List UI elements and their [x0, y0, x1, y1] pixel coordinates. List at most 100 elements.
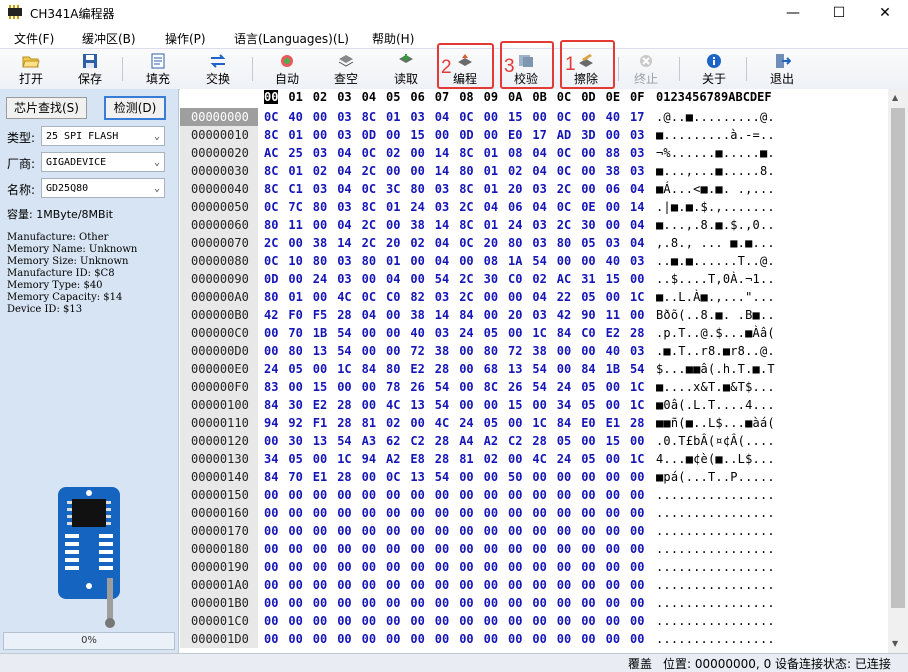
- hex-byte[interactable]: 84: [459, 306, 473, 324]
- hex-row[interactable]: 000000E0 24 05 00 1C 84 80 E2 28 00 68 13 54 00 84 1B 54…: [180, 360, 888, 378]
- hex-byte[interactable]: 00: [532, 108, 546, 126]
- hex-byte[interactable]: 14: [630, 198, 644, 216]
- hex-byte[interactable]: 8C: [484, 378, 498, 396]
- hex-byte[interactable]: 00: [606, 468, 620, 486]
- hex-byte[interactable]: E0: [508, 126, 522, 144]
- hex-byte[interactable]: 00: [313, 612, 327, 630]
- hex-byte[interactable]: 00: [410, 540, 424, 558]
- hex-row[interactable]: 000001D0 00 00 00 00 00 00 00 00 00 00 00 00 00 00 00 00…: [180, 630, 888, 648]
- hex-byte[interactable]: 00: [264, 342, 278, 360]
- hex-byte[interactable]: 00: [313, 594, 327, 612]
- hex-byte[interactable]: 00: [264, 630, 278, 648]
- hex-byte[interactable]: 00: [630, 270, 644, 288]
- hex-byte[interactable]: 00: [362, 270, 376, 288]
- hex-byte[interactable]: 00: [532, 486, 546, 504]
- hex-byte[interactable]: 20: [508, 180, 522, 198]
- hex-byte[interactable]: 00: [459, 342, 473, 360]
- hex-byte[interactable]: 28: [630, 324, 644, 342]
- hex-byte[interactable]: 00: [459, 504, 473, 522]
- hex-byte[interactable]: 30: [581, 216, 595, 234]
- hex-byte[interactable]: 00: [410, 612, 424, 630]
- hex-byte[interactable]: 00: [435, 504, 449, 522]
- hex-byte[interactable]: 03: [337, 108, 351, 126]
- hex-byte[interactable]: 01: [484, 216, 498, 234]
- hex-byte[interactable]: 0C: [557, 198, 571, 216]
- hex-byte[interactable]: 17: [630, 108, 644, 126]
- hex-byte[interactable]: 00: [362, 558, 376, 576]
- hex-byte[interactable]: 11: [606, 306, 620, 324]
- hex-row[interactable]: 00000020 AC 25 03 04 0C 02 00 14 8C 01 08 04 0C 00 88 03…: [180, 144, 888, 162]
- hex-byte[interactable]: 01: [484, 144, 498, 162]
- hex-byte[interactable]: 38: [435, 342, 449, 360]
- close-button[interactable]: ✕: [862, 0, 908, 26]
- hex-byte[interactable]: 10: [288, 252, 302, 270]
- hex-row[interactable]: 00000030 8C 01 02 04 2C 00 00 14 80 01 02 04 0C 00 38 03…: [180, 162, 888, 180]
- hex-byte[interactable]: 00: [484, 558, 498, 576]
- hex-byte[interactable]: 00: [581, 432, 595, 450]
- hex-byte[interactable]: 00: [581, 108, 595, 126]
- hex-byte[interactable]: 03: [630, 252, 644, 270]
- hex-byte[interactable]: 04: [532, 288, 546, 306]
- hex-byte[interactable]: A2: [386, 450, 400, 468]
- hex-byte[interactable]: 1C: [532, 324, 546, 342]
- hex-byte[interactable]: 05: [581, 234, 595, 252]
- hex-byte[interactable]: 90: [581, 306, 595, 324]
- hex-byte[interactable]: 00: [386, 126, 400, 144]
- hex-byte[interactable]: 00: [459, 378, 473, 396]
- hex-byte[interactable]: 00: [410, 486, 424, 504]
- hex-byte[interactable]: 1C: [337, 450, 351, 468]
- hex-byte[interactable]: 03: [630, 126, 644, 144]
- hex-byte[interactable]: 14: [337, 234, 351, 252]
- hex-byte[interactable]: 00: [459, 486, 473, 504]
- hex-byte[interactable]: 00: [337, 504, 351, 522]
- hex-byte[interactable]: 00: [362, 612, 376, 630]
- hex-byte[interactable]: 00: [484, 306, 498, 324]
- hex-byte[interactable]: 00: [459, 522, 473, 540]
- hex-row[interactable]: 000000D0 00 80 13 54 00 00 72 38 00 80 72 38 00 00 40 03…: [180, 342, 888, 360]
- hex-byte[interactable]: 00: [508, 630, 522, 648]
- hex-byte[interactable]: 00: [581, 144, 595, 162]
- hex-byte[interactable]: 03: [337, 198, 351, 216]
- hex-byte[interactable]: 00: [606, 198, 620, 216]
- hex-byte[interactable]: 00: [630, 468, 644, 486]
- hex-byte[interactable]: 50: [508, 468, 522, 486]
- hex-byte[interactable]: 0E: [581, 198, 595, 216]
- hex-byte[interactable]: 00: [362, 540, 376, 558]
- hex-byte[interactable]: 04: [532, 144, 546, 162]
- hex-byte[interactable]: 20: [484, 234, 498, 252]
- hex-byte[interactable]: 00: [386, 630, 400, 648]
- hex-byte[interactable]: 0C: [264, 198, 278, 216]
- hex-byte[interactable]: 80: [557, 234, 571, 252]
- hex-byte[interactable]: 00: [484, 504, 498, 522]
- hex-byte[interactable]: 00: [532, 630, 546, 648]
- hex-row[interactable]: 00000050 0C 7C 80 03 8C 01 24 03 2C 04 06 04 0C 0E 00 14…: [180, 198, 888, 216]
- hex-byte[interactable]: 4C: [386, 396, 400, 414]
- hex-byte[interactable]: 13: [410, 396, 424, 414]
- hex-byte[interactable]: 02: [410, 234, 424, 252]
- hex-byte[interactable]: 05: [288, 360, 302, 378]
- hex-byte[interactable]: 00: [264, 594, 278, 612]
- hex-byte[interactable]: 30: [288, 396, 302, 414]
- hex-byte[interactable]: 28: [435, 360, 449, 378]
- scroll-down-icon[interactable]: ▼: [892, 639, 898, 648]
- hex-byte[interactable]: 04: [630, 234, 644, 252]
- hex-row[interactable]: 000001B0 00 00 00 00 00 00 00 00 00 00 00 00 00 00 00 00…: [180, 594, 888, 612]
- hex-byte[interactable]: 28: [337, 306, 351, 324]
- hex-byte[interactable]: 00: [337, 540, 351, 558]
- hex-byte[interactable]: 00: [581, 468, 595, 486]
- hex-byte[interactable]: 00: [606, 630, 620, 648]
- hex-byte[interactable]: 80: [484, 342, 498, 360]
- hex-byte[interactable]: 04: [435, 108, 449, 126]
- hex-byte[interactable]: 00: [362, 324, 376, 342]
- hex-byte[interactable]: 70: [288, 324, 302, 342]
- hex-byte[interactable]: 80: [459, 162, 473, 180]
- hex-byte[interactable]: 00: [313, 288, 327, 306]
- hex-byte[interactable]: 00: [508, 594, 522, 612]
- hex-byte[interactable]: 03: [435, 324, 449, 342]
- hex-byte[interactable]: 03: [337, 270, 351, 288]
- hex-byte[interactable]: 4C: [532, 450, 546, 468]
- hex-byte[interactable]: 00: [532, 522, 546, 540]
- hex-byte[interactable]: 00: [288, 486, 302, 504]
- hex-byte[interactable]: 28: [532, 432, 546, 450]
- hex-byte[interactable]: 28: [435, 432, 449, 450]
